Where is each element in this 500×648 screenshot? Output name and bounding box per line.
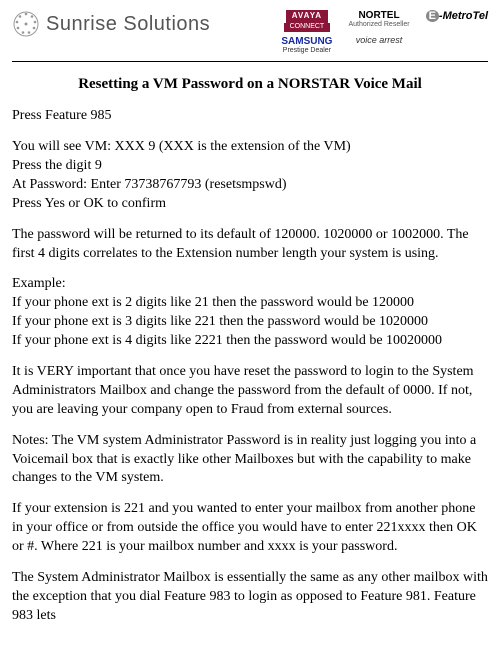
- example-block: Example: If your phone ext is 2 digits l…: [12, 275, 488, 351]
- step-3: Press the digit 9: [12, 157, 488, 176]
- example-3: If your phone ext is 4 digits like 2221 …: [12, 332, 488, 351]
- page-title: Resetting a VM Password on a NORSTAR Voi…: [12, 76, 488, 93]
- reset-info: The password will be returned to its def…: [12, 226, 488, 264]
- step-1: Press Feature 985: [12, 107, 488, 126]
- steps-block: You will see VM: XXX 9 (XXX is the exten…: [12, 138, 488, 214]
- example-heading: Example:: [12, 275, 488, 294]
- header-rule: [12, 61, 488, 62]
- brand: Sunrise Solutions: [12, 10, 210, 38]
- brand-name: Sunrise Solutions: [46, 13, 210, 36]
- extension-info: If your extension is 221 and you wanted …: [12, 500, 488, 557]
- voice-logo: voice arrest: [348, 36, 409, 55]
- notes: Notes: The VM system Administrator Passw…: [12, 432, 488, 489]
- page-header: Sunrise Solutions AVAYA CONNECT NORTEL A…: [12, 10, 488, 55]
- admin-info: The System Administrator Mailbox is esse…: [12, 569, 488, 626]
- example-2: If your phone ext is 3 digits like 221 t…: [12, 313, 488, 332]
- important-note: It is VERY important that once you have …: [12, 363, 488, 420]
- step-2: You will see VM: XXX 9 (XXX is the exten…: [12, 138, 488, 157]
- example-1: If your phone ext is 2 digits like 21 th…: [12, 294, 488, 313]
- partner-logos: AVAYA CONNECT NORTEL Authorized Reseller…: [281, 10, 488, 55]
- step-4: At Password: Enter 73738767793 (resetsmp…: [12, 176, 488, 195]
- brand-logo-icon: [12, 10, 40, 38]
- step-5: Press Yes or OK to confirm: [12, 195, 488, 214]
- emetrotel-logo: E-MetroTel: [426, 10, 488, 32]
- samsung-logo: SAMSUNG Prestige Dealer: [281, 36, 332, 55]
- avaya-logo: AVAYA CONNECT: [281, 10, 332, 32]
- nortel-logo: NORTEL Authorized Reseller: [348, 10, 409, 32]
